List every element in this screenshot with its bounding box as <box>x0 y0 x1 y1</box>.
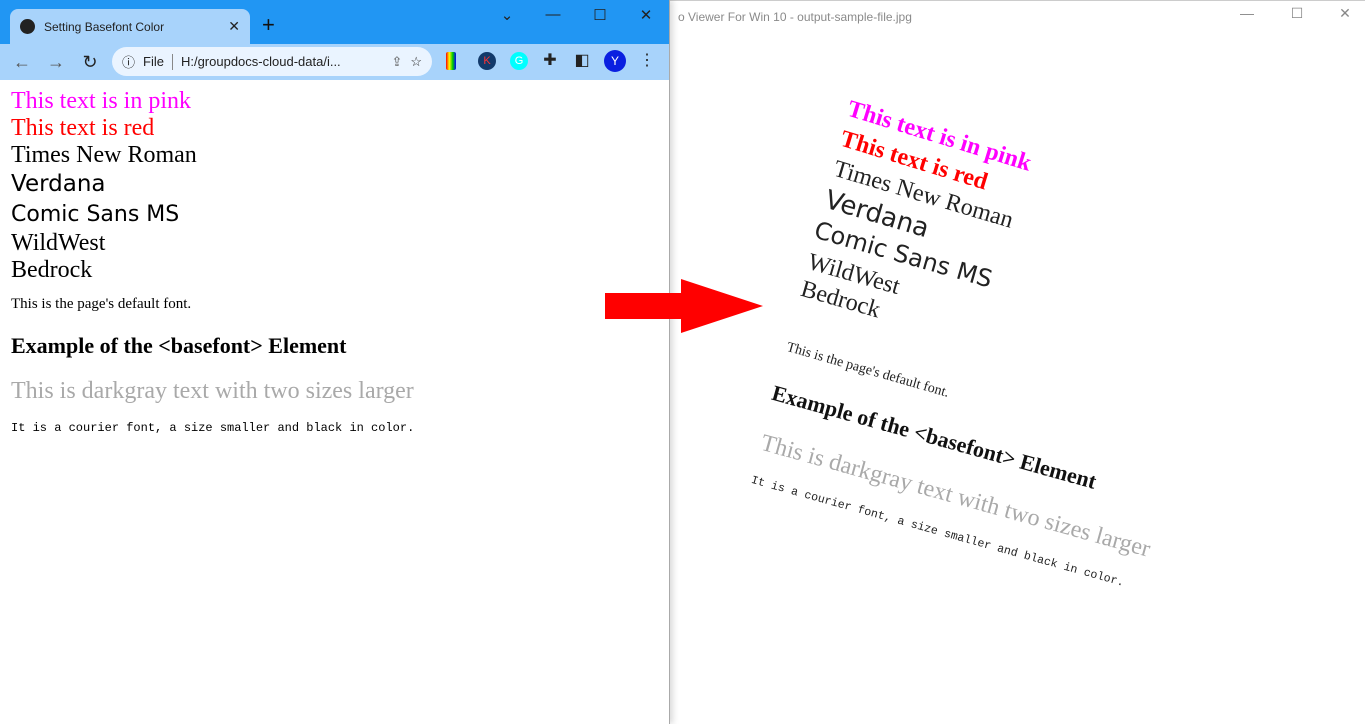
courier-text: It is a courier font, a size smaller and… <box>11 421 415 435</box>
divider <box>171 53 173 70</box>
darkgray-text: This is darkgray text with two sizes lar… <box>11 378 414 404</box>
extension-k-icon[interactable]: K <box>478 52 496 70</box>
extension-g-icon[interactable]: G <box>510 52 528 70</box>
address-bar[interactable]: ⓘ File H:/groupdocs-cloud-data/i... ⇪ ☆ <box>112 47 432 76</box>
side-panel-icon[interactable]: ◧ <box>573 52 591 70</box>
extension-pencil-icon[interactable] <box>446 52 456 70</box>
globe-icon <box>20 19 35 34</box>
wildwest-text: WildWest <box>11 230 106 256</box>
verdana-text: Verdana <box>11 171 106 197</box>
viewer-maximize-button[interactable]: ☐ <box>1277 5 1317 22</box>
tab-search-chevron-icon[interactable]: ⌄ <box>492 6 522 24</box>
tab-bar: Setting Basefont Color ✕ + ⌄ — ☐ ✕ <box>0 0 669 44</box>
red-arrow-icon <box>605 279 763 333</box>
toolbar: ← → ↻ ⓘ File H:/groupdocs-cloud-data/i..… <box>0 44 669 80</box>
page-heading: Example of the <basefont> Element <box>11 333 347 358</box>
reload-icon[interactable]: ↻ <box>78 52 102 73</box>
viewer-minimize-button[interactable]: — <box>1227 5 1267 21</box>
bookmark-star-icon[interactable]: ☆ <box>410 54 422 70</box>
minimize-button[interactable]: — <box>538 6 568 23</box>
new-tab-button[interactable]: + <box>262 12 275 38</box>
viewer-close-button[interactable]: ✕ <box>1325 5 1365 22</box>
profile-avatar[interactable]: Y <box>604 50 626 72</box>
maximize-button[interactable]: ☐ <box>585 6 615 24</box>
browser-window: Setting Basefont Color ✕ + ⌄ — ☐ ✕ ← → ↻… <box>0 0 670 724</box>
forward-icon[interactable]: → <box>44 52 68 73</box>
red-text: This text is red <box>11 115 155 141</box>
tab-title: Setting Basefont Color <box>44 19 165 34</box>
back-icon[interactable]: ← <box>10 52 34 73</box>
url-text[interactable]: H:/groupdocs-cloud-data/i... <box>181 54 341 69</box>
tab-close-icon[interactable]: ✕ <box>228 18 240 35</box>
url-scheme: File <box>143 54 164 69</box>
comic-text: Comic Sans MS <box>11 202 180 227</box>
tab-active[interactable]: Setting Basefont Color ✕ <box>10 9 250 44</box>
viewer-title: o Viewer For Win 10 - output-sample-file… <box>678 10 912 24</box>
photo-viewer-window: o Viewer For Win 10 - output-sample-file… <box>660 0 1365 724</box>
page-content: This text is in pink This text is red Ti… <box>0 80 669 443</box>
close-button[interactable]: ✕ <box>631 6 661 24</box>
info-icon[interactable]: ⓘ <box>122 52 135 71</box>
times-text: Times New Roman <box>11 142 197 168</box>
share-icon[interactable]: ⇪ <box>391 54 402 70</box>
bedrock-text: Bedrock <box>11 257 93 283</box>
default-font-text: This is the page's default font. <box>11 296 192 312</box>
extensions-puzzle-icon[interactable]: ✚ <box>541 52 559 70</box>
menu-kebab-icon[interactable]: ⋮ <box>638 52 656 70</box>
pink-text: This text is in pink <box>11 88 191 114</box>
